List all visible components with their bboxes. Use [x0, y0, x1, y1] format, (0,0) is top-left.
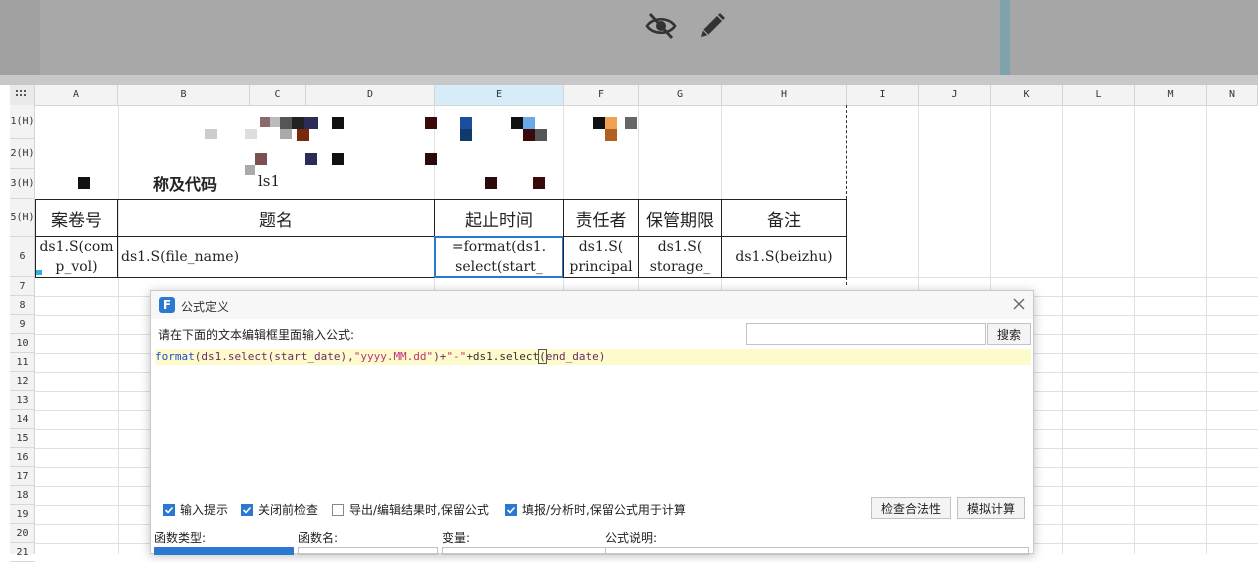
column-header[interactable]: C [250, 85, 306, 105]
option-label: 关闭前检查 [258, 503, 319, 517]
data-cell[interactable]: ds1.S( principal [563, 236, 639, 278]
column-header[interactable]: D [306, 85, 435, 105]
formula-string: "yyyy.MM.dd" [353, 350, 434, 363]
row-header[interactable]: 6 [10, 237, 35, 277]
grid-select-icon [16, 88, 28, 102]
column-header[interactable]: N [1207, 85, 1258, 105]
column-header[interactable]: J [919, 85, 991, 105]
row-header[interactable]: 19 [10, 505, 35, 524]
function-name-label: 函数名: [298, 531, 339, 545]
option-input-hint[interactable]: 输入提示 [163, 501, 228, 518]
function-type-label: 函数类型: [154, 531, 207, 545]
row3-label: 称及代码 [153, 175, 218, 194]
close-icon[interactable] [1011, 296, 1027, 312]
data-cell[interactable]: ds1.S(beizhu) [721, 236, 847, 278]
obscured-title-area: 称及代码 ls1 [35, 105, 847, 197]
column-header[interactable]: B [118, 85, 250, 105]
formula-dialog: F 公式定义 请在下面的文本编辑框里面输入公式: 搜索 format(ds1.s… [150, 290, 1034, 555]
column-header[interactable]: F [564, 85, 639, 105]
formula-string: "-" [446, 350, 467, 363]
eye-slash-icon[interactable] [645, 10, 677, 42]
row-header[interactable]: 3(H) [10, 169, 35, 199]
option-keep-formula-export[interactable]: 导出/编辑结果时,保留公式 [332, 501, 489, 518]
option-label: 输入提示 [180, 503, 229, 517]
column-header-bar: A B C D E F G H I J K L M N [10, 85, 1258, 106]
column-header[interactable]: K [991, 85, 1063, 105]
formula-cursor-paren: ( [538, 349, 547, 364]
formula-call: +ds1.select [466, 350, 540, 363]
description-label: 公式说明: [605, 531, 658, 545]
row-header[interactable]: 13 [10, 391, 35, 410]
search-button[interactable]: 搜索 [987, 323, 1031, 345]
header-cell[interactable]: 责任者 [563, 199, 639, 237]
splitter-bar[interactable] [1000, 0, 1010, 75]
separator [0, 75, 1258, 85]
data-cell[interactable]: ds1.S(file_name) [117, 236, 435, 278]
checkbox-checked-icon[interactable] [505, 503, 517, 516]
row-header[interactable]: 21 [10, 543, 35, 562]
row-header[interactable]: 18 [10, 486, 35, 505]
formula-function: format [155, 350, 195, 363]
row-header[interactable]: 14 [10, 410, 35, 429]
formula-editor[interactable]: format(ds1.select(start_date),"yyyy.MM.d… [155, 349, 1031, 365]
checkbox-checked-icon[interactable] [163, 503, 175, 516]
option-keep-formula-fill[interactable]: 填报/分析时,保留公式用于计算 [505, 501, 686, 518]
formula-editor-body[interactable] [155, 365, 1031, 487]
formula-op: )+ [433, 350, 447, 363]
data-cell[interactable]: ds1.S( storage_ [638, 236, 722, 278]
row-header[interactable]: 11 [10, 353, 35, 372]
option-label: 导出/编辑结果时,保留公式 [349, 503, 489, 517]
header-cell[interactable]: 案卷号 [35, 199, 118, 237]
header-cell[interactable]: 保管期限 [638, 199, 722, 237]
selected-data-cell[interactable]: =format(ds1. select(start_ [434, 236, 564, 278]
column-header[interactable]: A [35, 85, 118, 105]
row-header[interactable]: 15 [10, 429, 35, 448]
column-header[interactable]: M [1135, 85, 1207, 105]
option-check-before-close[interactable]: 关闭前检查 [241, 501, 318, 518]
search-input[interactable] [746, 323, 986, 345]
row-header[interactable]: 8 [10, 296, 35, 315]
row3-value: ls1 [258, 172, 281, 190]
header-cell[interactable]: 起止时间 [434, 199, 564, 237]
row-header[interactable]: 17 [10, 467, 35, 486]
column-header[interactable]: H [722, 85, 847, 105]
check-validity-button[interactable]: 检查合法性 [871, 497, 951, 519]
dialog-title: 公式定义 [181, 300, 230, 314]
formula-prompt: 请在下面的文本编辑框里面输入公式: [158, 328, 355, 342]
preview-area [40, 0, 1000, 75]
simulate-button[interactable]: 模拟计算 [957, 497, 1025, 519]
row-header[interactable]: 16 [10, 448, 35, 467]
row-header[interactable]: 12 [10, 372, 35, 391]
formula-args: (ds1.select(start_date), [194, 350, 354, 363]
header-cell[interactable]: 题名 [117, 199, 435, 237]
select-all-corner[interactable] [10, 85, 35, 105]
right-panel [1010, 0, 1258, 75]
cell-marker [36, 270, 42, 275]
checkbox-unchecked-icon[interactable] [332, 503, 344, 516]
row-header[interactable]: 5(H) [10, 199, 35, 237]
formula-args: end_date) [545, 350, 606, 363]
column-header[interactable]: I [847, 85, 919, 105]
app-logo-icon: F [159, 297, 175, 313]
data-cell[interactable]: ds1.S(com p_vol) [35, 236, 118, 278]
row-header[interactable]: 20 [10, 524, 35, 543]
header-cell[interactable]: 备注 [721, 199, 847, 237]
pencil-icon[interactable] [696, 10, 728, 42]
row-header-bar: 1(H) 2(H) 3(H) 5(H) 6 7 8 9 10 11 12 13 … [10, 105, 35, 562]
column-header[interactable]: L [1063, 85, 1135, 105]
dialog-titlebar[interactable]: F 公式定义 [151, 291, 1033, 319]
variable-label: 变量: [442, 531, 471, 545]
checkbox-checked-icon[interactable] [241, 503, 253, 516]
row-header[interactable]: 1(H) [10, 105, 35, 139]
option-label: 填报/分析时,保留公式用于计算 [522, 503, 686, 517]
column-header[interactable]: G [639, 85, 722, 105]
row-header[interactable]: 2(H) [10, 139, 35, 169]
row-header[interactable]: 10 [10, 334, 35, 353]
row-header[interactable]: 9 [10, 315, 35, 334]
row-header[interactable]: 7 [10, 277, 35, 296]
column-header[interactable]: E [435, 85, 564, 105]
